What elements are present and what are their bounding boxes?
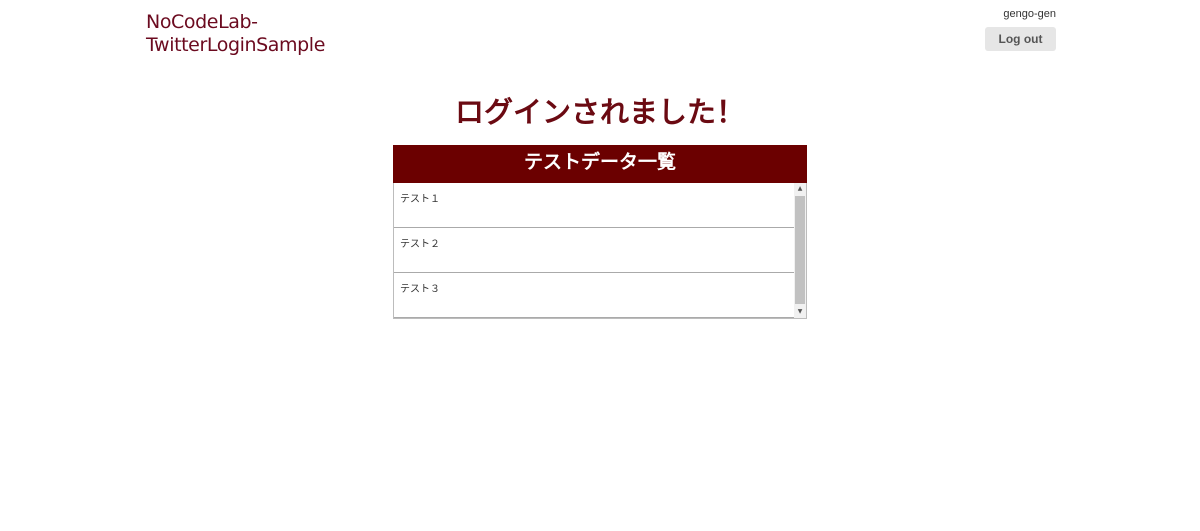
list-item-label: テスト２ (400, 239, 440, 250)
app-title-line2: TwitterLoginSample (146, 34, 325, 56)
test-data-panel: テストデータ一覧 テスト１ テスト２ テスト３ ▲ ▼ (393, 145, 807, 319)
logout-button[interactable]: Log out (985, 27, 1056, 51)
list-item[interactable]: テスト３ (394, 273, 794, 318)
scroll-thumb[interactable] (795, 196, 805, 304)
list-item-label: テスト３ (400, 284, 440, 295)
panel-header: テストデータ一覧 (393, 145, 807, 183)
username: gengo-gen (1003, 8, 1056, 20)
test-data-list[interactable]: テスト１ テスト２ テスト３ ▲ ▼ (393, 183, 807, 319)
list-item[interactable]: テスト２ (394, 228, 794, 273)
list-item[interactable]: テスト１ (394, 183, 794, 228)
page-title: ログインされました！ (454, 95, 745, 129)
list-item-label: テスト１ (400, 194, 440, 205)
app-title-line1: NoCodeLab- (146, 11, 258, 33)
list-items: テスト１ テスト２ テスト３ (394, 183, 794, 318)
app-title[interactable]: NoCodeLab- TwitterLoginSample (146, 11, 466, 57)
list-scrollbar[interactable]: ▲ ▼ (794, 183, 806, 318)
scroll-up-arrow-icon[interactable]: ▲ (794, 183, 806, 195)
scroll-down-arrow-icon[interactable]: ▼ (794, 306, 806, 318)
